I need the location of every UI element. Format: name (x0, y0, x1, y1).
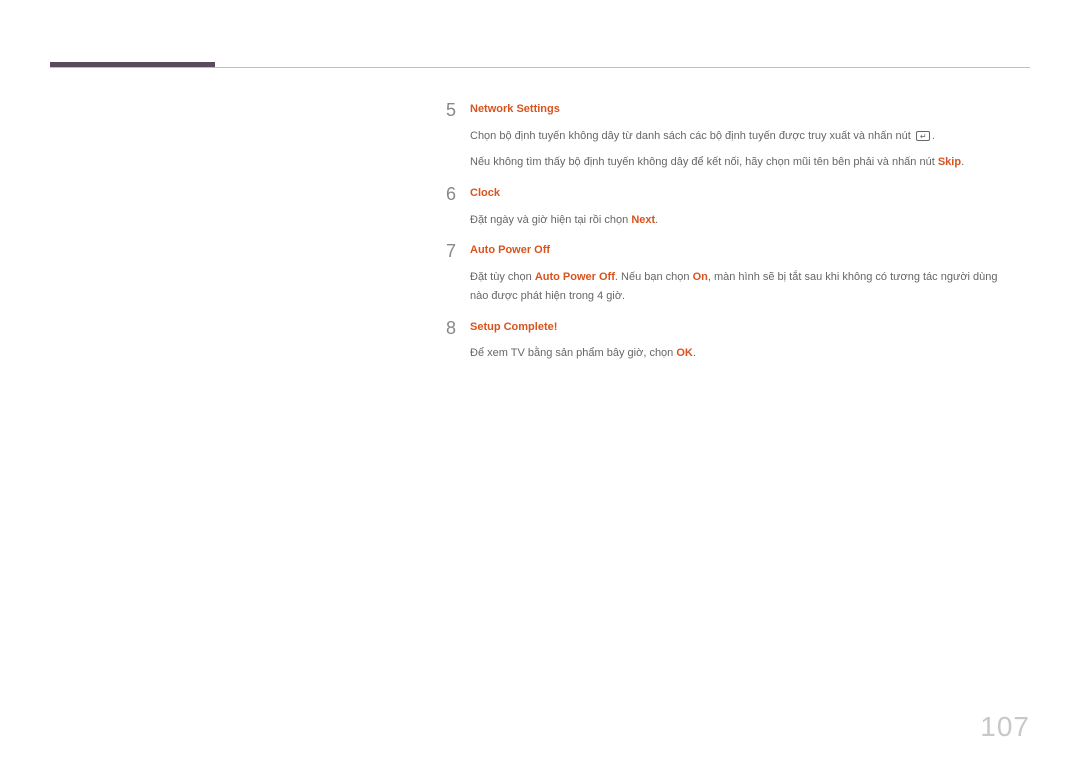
desc-text: Chọn bộ định tuyến không dây từ danh sác… (470, 130, 914, 142)
desc-text: . (932, 130, 935, 142)
step-number: 7 (440, 241, 470, 263)
step-6: 6 Clock Đặt ngày và giờ hiện tại rồi chọ… (440, 184, 1010, 237)
step-body: Auto Power Off Đặt tùy chọn Auto Power O… (470, 241, 1010, 313)
step-title: Setup Complete! (470, 318, 1010, 337)
inline-red: Next (631, 214, 655, 226)
desc-text: Nếu không tìm thấy bộ định tuyến không d… (470, 156, 938, 168)
step-desc: Chọn bộ định tuyến không dây từ danh sác… (470, 127, 1010, 146)
inline-red: On (693, 271, 708, 283)
step-number: 8 (440, 318, 470, 340)
step-7: 7 Auto Power Off Đặt tùy chọn Auto Power… (440, 241, 1010, 313)
desc-text: Để xem TV bằng sản phẩm bây giờ, chọn (470, 347, 676, 359)
horizontal-rule (50, 67, 1030, 68)
desc-text: . (655, 214, 658, 226)
content-area: 5 Network Settings Chọn bộ định tuyến kh… (440, 100, 1010, 375)
step-body: Setup Complete! Để xem TV bằng sản phẩm … (470, 318, 1010, 371)
desc-text: . (693, 347, 696, 359)
step-5: 5 Network Settings Chọn bộ định tuyến kh… (440, 100, 1010, 180)
enter-icon (916, 131, 930, 141)
step-body: Clock Đặt ngày và giờ hiện tại rồi chọn … (470, 184, 1010, 237)
inline-red: Skip (938, 156, 961, 168)
desc-text: Đặt tùy chọn (470, 271, 535, 283)
step-number: 6 (440, 184, 470, 206)
desc-text: . (961, 156, 964, 168)
desc-text: . Nếu bạn chọn (615, 271, 693, 283)
inline-red: OK (676, 347, 693, 359)
step-desc: Đặt ngày và giờ hiện tại rồi chọn Next. (470, 211, 1010, 230)
step-8: 8 Setup Complete! Để xem TV bằng sản phẩ… (440, 318, 1010, 371)
page-number: 107 (980, 711, 1030, 743)
step-desc-line2: Nếu không tìm thấy bộ định tuyến không d… (470, 153, 1010, 172)
step-number: 5 (440, 100, 470, 122)
inline-red: Auto Power Off (535, 271, 615, 283)
step-title: Auto Power Off (470, 241, 1010, 260)
step-title: Clock (470, 184, 1010, 203)
step-body: Network Settings Chọn bộ định tuyến khôn… (470, 100, 1010, 180)
step-title: Network Settings (470, 100, 1010, 119)
step-desc: Để xem TV bằng sản phẩm bây giờ, chọn OK… (470, 344, 1010, 363)
step-desc: Đặt tùy chọn Auto Power Off. Nếu bạn chọ… (470, 268, 1010, 305)
desc-text: Đặt ngày và giờ hiện tại rồi chọn (470, 214, 631, 226)
